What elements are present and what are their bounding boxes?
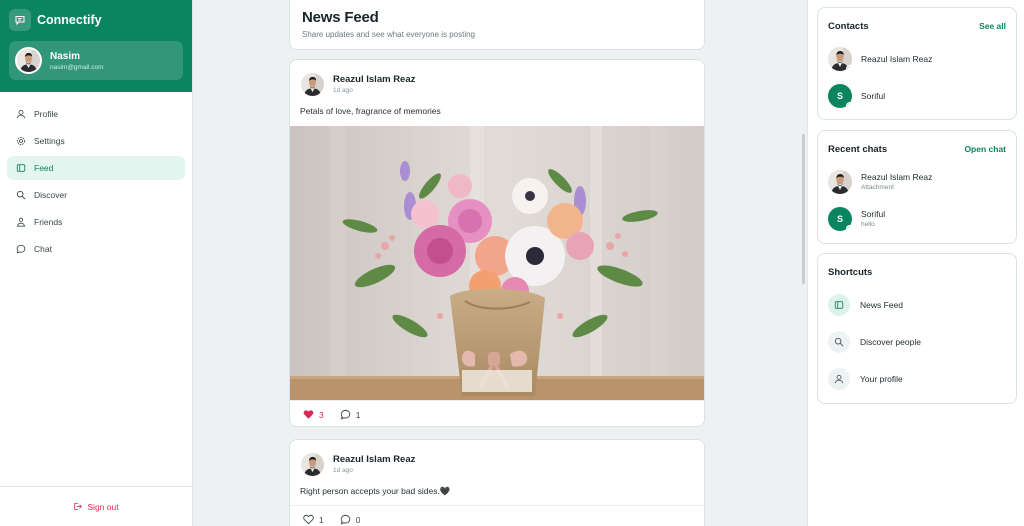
current-user-card[interactable]: Nasim nasim@gmail.com <box>9 41 183 80</box>
contacts-title: Contacts <box>828 20 869 32</box>
post-card: Reazul Islam Reaz 1d ago Petals of love,… <box>289 59 705 427</box>
comment-count: 0 <box>355 514 361 525</box>
nav-label: Settings <box>34 136 65 146</box>
post-actions: 3 1 <box>290 400 704 426</box>
avatar[interactable] <box>301 72 324 96</box>
user-email: nasim@gmail.com <box>50 63 104 71</box>
chat-icon <box>16 244 26 254</box>
post-header: Reazul Islam Reaz 1d ago <box>290 60 704 98</box>
post-header: Reazul Islam Reaz 1d ago <box>290 440 704 478</box>
contact-name: Reazul Islam Reaz <box>861 53 933 64</box>
chat-last-message: Attachment <box>861 184 894 191</box>
chat-name: Reazul Islam Reaz <box>861 172 933 182</box>
shortcut-discover-people[interactable]: Discover people <box>828 323 1006 360</box>
like-count: 3 <box>319 409 324 420</box>
avatar <box>828 169 852 194</box>
user-name: Nasim <box>50 50 81 62</box>
comment-button[interactable]: 1 <box>340 409 361 420</box>
shortcut-label: Discover people <box>860 336 921 347</box>
sidebar: Connectify Nasim nasim@gmail.com Profile… <box>0 0 193 526</box>
nav-item-discover[interactable]: Discover <box>7 183 185 207</box>
sign-out-icon <box>73 502 82 511</box>
avatar[interactable] <box>301 452 324 476</box>
nav-label: Discover <box>34 190 68 200</box>
shortcut-your-profile[interactable]: Your profile <box>828 360 1006 397</box>
contact-item[interactable]: Reazul Islam Reaz <box>828 40 1006 77</box>
comment-button[interactable]: 0 <box>340 514 361 525</box>
feed-scrollbar[interactable] <box>802 134 805 284</box>
post-time: 1d ago <box>333 87 353 94</box>
status-dot <box>846 224 852 231</box>
see-all-link[interactable]: See all <box>979 21 1006 31</box>
nav-label: Chat <box>34 244 52 254</box>
nav-item-feed[interactable]: Feed <box>7 156 185 180</box>
nav-item-profile[interactable]: Profile <box>7 102 185 126</box>
open-chat-link[interactable]: Open chat <box>964 144 1006 154</box>
post-time: 1d ago <box>333 467 353 474</box>
shortcuts-title: Shortcuts <box>828 266 873 278</box>
nav-label: Feed <box>34 163 54 173</box>
shortcut-label: News Feed <box>860 299 903 310</box>
page-subtitle: Share updates and see what everyone is p… <box>302 30 476 39</box>
comment-icon <box>340 514 351 525</box>
feed-icon <box>16 163 26 173</box>
like-button[interactable]: 1 <box>303 514 324 525</box>
app-name: Connectify <box>37 13 102 27</box>
chat-logo-icon <box>9 9 31 31</box>
avatar <box>828 46 852 71</box>
feed-icon <box>828 293 850 316</box>
shortcut-news-feed[interactable]: News Feed <box>828 286 1006 323</box>
comment-count: 1 <box>355 409 361 420</box>
heart-outline-icon <box>303 514 314 525</box>
feed-header: News Feed Share updates and see what eve… <box>289 0 705 50</box>
post-card: Reazul Islam Reaz 1d ago Right person ac… <box>289 439 705 526</box>
nav-label: Friends <box>34 217 63 227</box>
post-author[interactable]: Reazul Islam Reaz <box>333 454 415 465</box>
recent-chats-card: Recent chats Open chat Reazul Islam Reaz… <box>817 130 1017 244</box>
recent-chats-title: Recent chats <box>828 143 888 155</box>
nav-item-chat[interactable]: Chat <box>7 237 185 261</box>
status-dot <box>846 64 852 71</box>
user-icon <box>16 109 26 119</box>
post-author[interactable]: Reazul Islam Reaz <box>333 74 415 85</box>
status-dot <box>846 101 852 108</box>
like-count: 1 <box>319 514 324 525</box>
sidebar-header: Connectify Nasim nasim@gmail.com <box>0 0 192 92</box>
like-button[interactable]: 3 <box>303 409 324 420</box>
avatar-initial: S <box>836 90 843 101</box>
sign-out-button[interactable]: Sign out <box>0 486 192 526</box>
post-text: Right person accepts your bad sides.🖤 <box>300 486 451 496</box>
user-icon <box>828 367 850 390</box>
post-text: Petals of love, fragrance of memories <box>300 106 441 116</box>
contact-item[interactable]: S Soriful <box>828 77 1006 114</box>
avatar-initial: S <box>836 213 843 224</box>
nav-item-friends[interactable]: Friends <box>7 210 185 234</box>
page-title: News Feed <box>302 9 379 26</box>
avatar: S <box>828 83 852 108</box>
avatar <box>15 47 42 74</box>
contact-name: Soriful <box>861 90 886 101</box>
nav-item-settings[interactable]: Settings <box>7 129 185 153</box>
friends-icon <box>16 217 26 227</box>
contacts-card: Contacts See all Reazul Islam Reaz S Sor… <box>817 7 1017 120</box>
post-actions: 1 0 <box>290 505 704 526</box>
chat-item[interactable]: S Soriful hello <box>828 200 1006 237</box>
chat-item[interactable]: Reazul Islam Reaz Attachment <box>828 163 1006 200</box>
comment-icon <box>340 409 351 420</box>
shortcuts-card: Shortcuts News Feed Discover people Your… <box>817 253 1017 404</box>
flower-bouquet-photo <box>290 126 704 400</box>
nav-label: Profile <box>34 109 59 119</box>
shortcut-label: Your profile <box>860 373 903 384</box>
search-icon <box>16 190 26 200</box>
sidebar-nav: Profile Settings Feed Discover Friends C… <box>0 92 192 261</box>
avatar: S <box>828 206 852 231</box>
sign-out-label: Sign out <box>87 501 119 512</box>
chat-last-message: hello <box>861 221 875 228</box>
brand[interactable]: Connectify <box>9 9 183 31</box>
gear-icon <box>16 136 26 146</box>
heart-filled-icon <box>303 409 314 420</box>
post-image[interactable] <box>290 126 704 400</box>
search-icon <box>828 330 850 353</box>
chat-name: Soriful <box>861 209 886 219</box>
